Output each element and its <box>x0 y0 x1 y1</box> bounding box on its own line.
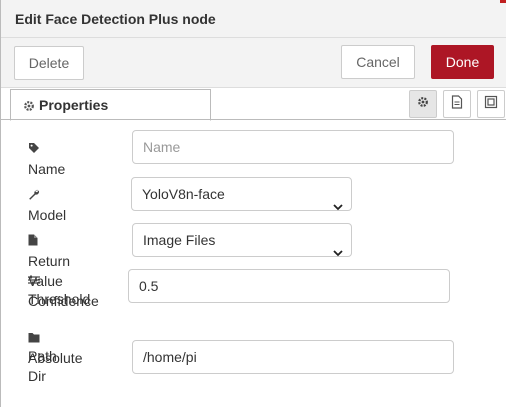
confidence-label-line2: Threshold <box>28 291 91 307</box>
tab-properties[interactable]: Properties <box>10 89 211 121</box>
name-placeholder: Name <box>143 139 181 155</box>
model-label: Model <box>28 183 66 225</box>
path-label-line2: Path Dir <box>28 348 57 384</box>
node-settings-button[interactable] <box>409 90 437 118</box>
path-value: /home/pi <box>143 349 197 365</box>
model-select[interactable]: YoloV8n-face <box>131 177 352 211</box>
cancel-button[interactable]: Cancel <box>341 45 415 79</box>
done-button[interactable]: Done <box>431 45 494 79</box>
name-label-text: Name <box>28 161 66 177</box>
tray-title: Edit Face Detection Plus node <box>1 0 506 38</box>
name-label: Name <box>28 137 65 179</box>
tab-properties-label: Properties <box>39 97 109 113</box>
confidence-value: 0.5 <box>139 278 159 294</box>
return-value-select[interactable]: Image Files <box>132 223 352 257</box>
return-value-select-value: Image Files <box>143 232 216 248</box>
delete-button[interactable]: Delete <box>14 46 84 80</box>
confidence-threshold-field[interactable]: 0.5 <box>128 269 450 303</box>
tag-icon <box>28 139 40 159</box>
sliders-icon <box>28 271 40 291</box>
edit-node-tray: Edit Face Detection Plus node Delete Can… <box>0 0 506 407</box>
folder-icon <box>28 328 40 348</box>
model-label-text: Model <box>28 207 67 223</box>
chevron-down-icon <box>333 236 343 268</box>
name-field[interactable]: Name <box>132 130 454 164</box>
gear-icon <box>23 92 35 122</box>
wrench-icon <box>28 185 40 205</box>
node-appearance-button[interactable] <box>477 90 505 118</box>
tray-toolbar: Delete Cancel Done <box>1 38 506 88</box>
file-icon <box>28 231 38 251</box>
node-description-button[interactable] <box>443 90 471 118</box>
gear-icon <box>417 95 429 113</box>
tab-divider <box>1 119 506 120</box>
frame-icon <box>484 95 498 114</box>
tabs-row: Properties <box>1 88 506 121</box>
file-icon <box>451 94 463 114</box>
accent-line <box>500 0 506 3</box>
absolute-path-field[interactable]: /home/pi <box>132 340 454 374</box>
model-select-value: YoloV8n-face <box>142 186 225 202</box>
chevron-down-icon <box>333 190 343 222</box>
